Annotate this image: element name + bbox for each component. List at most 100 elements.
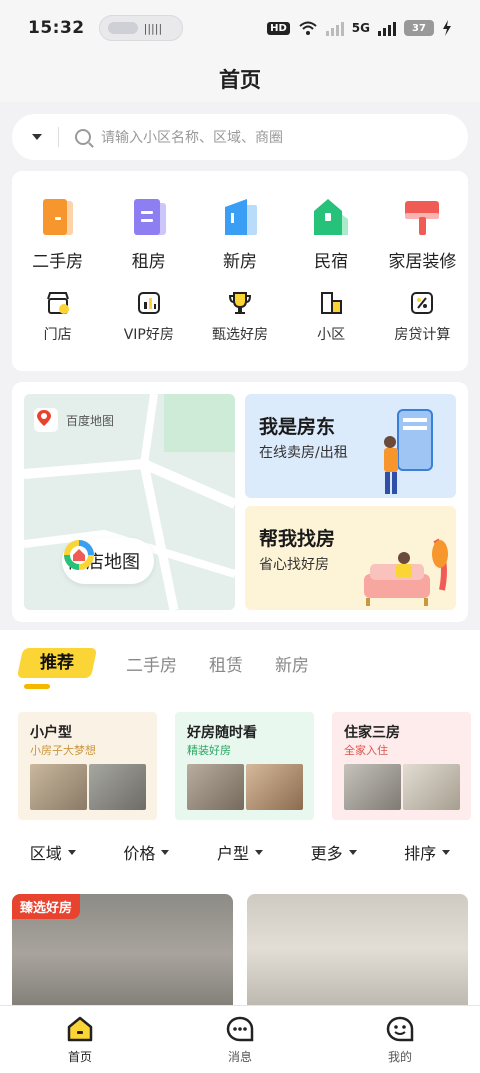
tab-bar-label: 消息 [227,1050,252,1064]
purple-doc-icon [133,199,166,235]
search-divider [58,127,59,147]
main-services: 二手房 租房 新房 民宿 家居装修 [12,195,468,272]
filter-label: 更多 [310,844,343,863]
sub-services: 门店 VIP好房 甄选好房 小区 房贷计算 [12,289,468,344]
tab-label: 推荐 [40,653,74,673]
find-house-panel[interactable]: 帮我找房 省心找好房 [245,506,456,610]
service-community[interactable]: 小区 [286,289,376,344]
filter-region[interactable]: 区域 [30,840,76,864]
category-photo [403,764,460,810]
store-pin-icon [64,540,94,570]
red-brush-icon [405,201,440,235]
search-placeholder: 请输入小区名称、区域、商圈 [101,130,283,146]
battery-icon: 37 [404,20,434,36]
category-subtitle: 小房子大梦想 [30,744,96,757]
landlord-panel[interactable]: 我是房东 在线卖房/出租 [245,394,456,498]
orange-house-icon [42,199,73,235]
buildings-icon [321,292,343,314]
tab-bar-home[interactable]: 首页 [30,1014,130,1065]
tab-rental[interactable]: 租赁 [209,651,243,676]
tab-recommend[interactable]: 推荐 [16,648,98,678]
category-photo [30,764,87,810]
blue-building-icon [224,199,257,235]
chevron-down-icon [161,849,170,855]
service-label: 民宿 [314,252,349,272]
listing-row: 臻选好房 [12,894,468,1014]
filter-row: 区域 价格 户型 更多 排序 [0,840,480,864]
service-label: 租房 [131,252,166,272]
landlord-title: 我是房东 [259,416,336,438]
status-bar: 15:32 ||||| HD 5G 37 [0,0,480,56]
map-panel[interactable]: 百度地图 门店地图 [24,394,235,610]
tab-bar-profile[interactable]: 我的 [350,1014,450,1065]
network-type: 5G [351,21,370,35]
category-photo [344,764,401,810]
category-subtitle: 精装好房 [187,744,231,757]
service-homestay[interactable]: 民宿 [286,195,376,272]
search-input[interactable]: 请输入小区名称、区域、商圈 [12,114,468,160]
status-time: 15:32 [28,18,85,38]
filter-label: 排序 [404,844,437,863]
category-title: 好房随时看 [187,725,257,741]
tab-new-house[interactable]: 新房 [275,651,309,676]
page-title: 首页 [219,68,261,92]
category-photo [246,764,303,810]
service-label: VIP好房 [123,327,174,343]
chart-icon [137,292,160,314]
listing-card[interactable] [247,894,468,1014]
filter-more[interactable]: 更多 [311,840,357,864]
category-card-three-room[interactable]: 住家三房 全家入住 [332,712,471,820]
service-new-house[interactable]: 新房 [195,195,285,272]
recording-pill: ||||| [98,15,183,41]
service-store[interactable]: 门店 [13,289,103,344]
sofa-illustration [364,538,448,606]
service-rent[interactable]: 租房 [104,195,194,272]
feed-tabs: 推荐 二手房 租赁 新房 [16,648,309,678]
calculator-icon [411,292,434,314]
trophy-icon [228,292,251,314]
category-row: 小户型 小房子大梦想 好房随时看 精装好房 住家三房 全家入住 [18,712,472,820]
service-label: 甄选好房 [211,327,268,343]
filter-label: 户型 [216,844,249,863]
category-photo [187,764,244,810]
service-label: 新房 [222,252,257,272]
find-house-subtitle: 省心找好房 [259,557,329,573]
city-dropdown-icon[interactable] [32,134,42,140]
hd-badge: HD [267,21,290,35]
service-decoration[interactable]: 家居装修 [377,195,467,272]
service-vip[interactable]: VIP好房 [104,289,194,344]
listing-card[interactable]: 臻选好房 [12,894,233,1014]
store-map-button[interactable]: 门店地图 [62,538,154,584]
service-selected[interactable]: 甄选好房 [195,289,285,344]
home-icon [67,1016,93,1042]
filter-label: 价格 [123,844,156,863]
listing-badge: 臻选好房 [12,894,81,919]
service-label: 门店 [43,327,72,343]
map-source-label: 百度地图 [66,413,115,428]
landlord-illustration [384,409,433,494]
category-card-viewing[interactable]: 好房随时看 精装好房 [175,712,314,820]
category-card-small[interactable]: 小户型 小房子大梦想 [18,712,157,820]
filter-layout[interactable]: 户型 [217,840,263,864]
service-label: 小区 [317,327,346,343]
status-indicators: HD 5G 37 [267,20,452,36]
wifi-icon [299,21,317,35]
charging-icon [443,20,451,36]
service-second-hand[interactable]: 二手房 [13,195,103,272]
category-title: 住家三房 [344,725,400,741]
green-home-icon [314,199,349,235]
category-title: 小户型 [30,725,72,741]
services-card: 二手房 租房 新房 民宿 家居装修 门店 VIP好房 甄选好房 小区 房贷计算 [12,171,468,371]
filter-price[interactable]: 价格 [123,840,170,864]
service-label: 家居装修 [388,252,457,272]
landlord-subtitle: 在线卖房/出租 [259,445,348,461]
service-label: 房贷计算 [394,327,451,343]
filter-sort[interactable]: 排序 [404,840,451,864]
service-mortgage[interactable]: 房贷计算 [377,289,467,344]
signal-bars-icon [378,20,396,36]
search-icon [75,129,91,145]
tab-second-hand[interactable]: 二手房 [126,651,177,676]
audio-bars-icon: ||||| [143,21,163,35]
tab-bar-label: 首页 [67,1050,92,1064]
tab-bar-messages[interactable]: 消息 [190,1014,290,1065]
